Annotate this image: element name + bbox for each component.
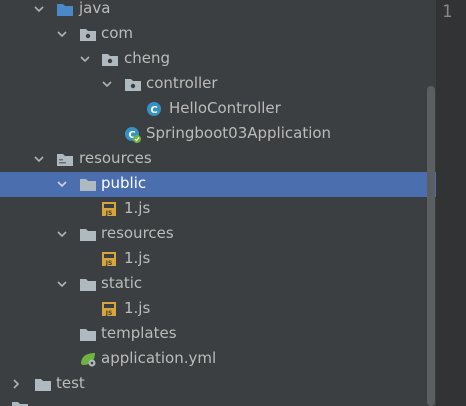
chevron-down-icon[interactable] [57, 29, 67, 39]
tree-item-com[interactable]: com [0, 22, 436, 47]
tree-item-1-js[interactable]: JS 1.js [0, 197, 436, 222]
js-file-icon: JS [101, 201, 119, 217]
tree-item-resources-root[interactable]: resources [0, 147, 436, 172]
folder-icon [79, 176, 97, 192]
tree-item-hellocontroller[interactable]: C HelloController [0, 97, 436, 122]
tree-item-label: resources [101, 224, 174, 242]
spring-boot-class-icon: C [124, 126, 142, 143]
chevron-down-icon[interactable] [57, 179, 67, 189]
tree-item-label: com [101, 24, 134, 42]
tree-item-label: 1.js [124, 249, 151, 267]
tree-item-label: controller [146, 74, 218, 92]
tree-item-label: cheng [124, 49, 171, 67]
chevron-down-icon[interactable] [80, 54, 90, 64]
source-folder-icon [56, 1, 74, 17]
js-file-icon: JS [101, 301, 119, 317]
tree-item-java[interactable]: java [0, 0, 436, 22]
folder-icon [79, 326, 97, 342]
chevron-down-icon[interactable] [57, 279, 67, 289]
svg-text:C: C [150, 105, 157, 116]
project-tree-panel: java com cheng controller C HelloControl… [0, 0, 436, 406]
tree-item-cheng[interactable]: cheng [0, 47, 436, 72]
svg-text:JS: JS [105, 260, 113, 267]
folder-icon [79, 276, 97, 292]
chevron-right-icon[interactable] [11, 379, 21, 389]
chevron-down-icon[interactable] [34, 4, 44, 14]
scrollbar-thumb[interactable] [427, 86, 435, 406]
package-icon [101, 51, 119, 67]
tree-item-label: application.yml [101, 349, 217, 367]
folder-icon [11, 399, 29, 406]
vertical-scrollbar[interactable] [426, 0, 436, 406]
tree-item-controller[interactable]: controller [0, 72, 436, 97]
tree-item-label: public [101, 174, 147, 192]
tree-item-label: static [101, 274, 143, 292]
svg-text:JS: JS [105, 210, 113, 217]
tree-item-label: HelloController [169, 99, 281, 117]
tree-item-static[interactable]: static [0, 272, 436, 297]
tree-item-templates[interactable]: templates [0, 322, 436, 347]
tree-item-label: 1.js [124, 299, 151, 317]
java-class-icon: C [146, 101, 164, 117]
tree-item-1-js[interactable]: JS 1.js [0, 297, 436, 322]
tree-item-resources[interactable]: resources [0, 222, 436, 247]
tree-item-label: test [56, 374, 85, 392]
spring-config-icon [79, 351, 97, 367]
tree-item-label: Springboot03Application [146, 124, 332, 142]
svg-text:JS: JS [105, 310, 113, 317]
tree-item-label: 1.js [124, 199, 151, 217]
tree-item-label: templates [101, 324, 177, 342]
tree-item-partial[interactable] [0, 397, 436, 406]
tree-item-label: java [79, 0, 111, 17]
tree-item-label: resources [79, 149, 152, 167]
js-file-icon: JS [101, 251, 119, 267]
chevron-down-icon[interactable] [102, 79, 112, 89]
folder-icon [79, 226, 97, 242]
tree-item-application-yml[interactable]: application.yml [0, 347, 436, 372]
tree-item-public[interactable]: public [0, 172, 436, 197]
line-number: 1 [442, 2, 453, 22]
editor-gutter: 1 [437, 0, 466, 406]
tree-item-test[interactable]: test [0, 372, 436, 397]
chevron-down-icon[interactable] [34, 154, 44, 164]
tree-item-1-js[interactable]: JS 1.js [0, 247, 436, 272]
package-icon [124, 76, 142, 92]
tree-item-springboot03application[interactable]: C Springboot03Application [0, 122, 436, 147]
folder-icon [34, 376, 52, 392]
resources-folder-icon [56, 151, 74, 167]
chevron-down-icon[interactable] [57, 229, 67, 239]
package-icon [79, 26, 97, 42]
